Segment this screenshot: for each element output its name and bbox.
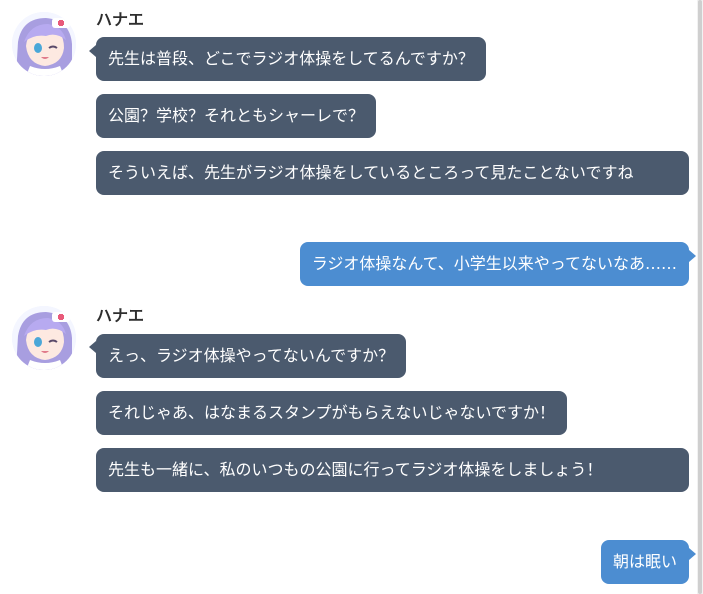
message-bubble-incoming[interactable]: えっ、ラジオ体操やってないんですか？ [96,334,407,378]
scrollbar-thumb[interactable] [698,0,702,594]
character-avatar-icon[interactable] [12,306,76,370]
message-bubble-outgoing[interactable]: ラジオ体操なんて、小学生以来やってないなあ…… [299,242,689,286]
message-bubble-incoming[interactable]: それじゃあ、はなまるスタンプがもらえないじゃないですか！ [96,391,568,435]
bubble-tail [689,250,696,262]
sender-name: ハナエ [96,10,145,29]
bubble-tail [89,341,96,353]
message-bubble-incoming[interactable]: 先生は普段、どこでラジオ体操をしてるんですか？ [96,37,486,81]
character-avatar-icon[interactable] [12,12,76,76]
bubble-tail [89,45,96,57]
message-bubble-incoming[interactable]: そういえば、先生がラジオ体操をしているところって見たことないですね [96,151,689,195]
sender-name: ハナエ [96,306,145,325]
message-bubble-outgoing[interactable]: 朝は眠い [600,540,689,584]
message-bubble-incoming[interactable]: 先生も一緒に、私のいつもの公園に行ってラジオ体操をしましょう！ [96,448,689,492]
bubble-tail [689,548,696,560]
message-bubble-incoming[interactable]: 公園？学校？それともシャーレで？ [96,94,377,138]
